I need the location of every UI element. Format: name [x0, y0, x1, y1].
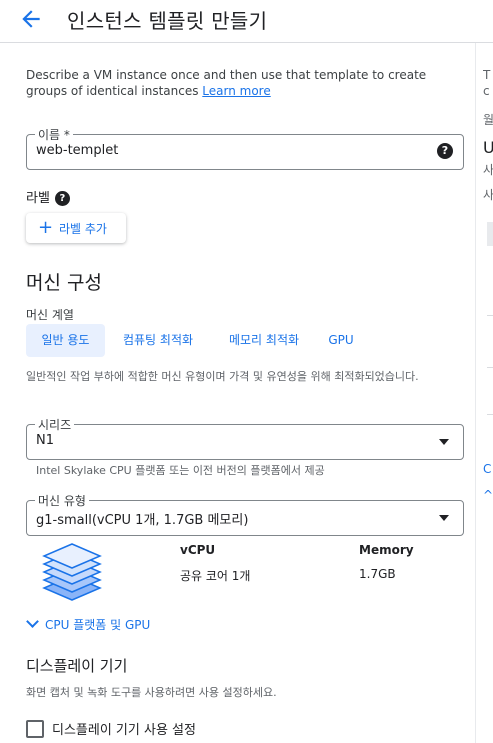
machine-family-description: 일반적인 작업 부하에 적합한 머신 유형이며 가격 및 유연성을 위해 최적화… — [26, 370, 419, 383]
help-icon[interactable]: ? — [437, 143, 453, 159]
cpu-platform-toggle-label: CPU 플랫폼 및 GPU — [45, 618, 151, 632]
right-panel-fragment — [487, 222, 493, 246]
labels-title-row: 라벨? — [26, 187, 70, 206]
cpu-platform-gpu-toggle[interactable]: CPU 플랫폼 및 GPU — [24, 615, 151, 633]
name-field[interactable]: 이름 * web-templet ? — [26, 126, 464, 170]
machine-family-label: 머신 계열 — [26, 308, 74, 322]
add-label-button-label: 라벨 추가 — [59, 222, 107, 236]
right-panel-fragment: c — [483, 84, 490, 98]
right-panel-fragment[interactable]: C — [483, 462, 493, 476]
back-arrow-icon[interactable] — [18, 6, 44, 32]
right-panel-fragment: 사 — [483, 188, 493, 202]
memory-value: 1.7GB — [359, 567, 396, 581]
dropdown-arrow-icon — [439, 439, 449, 445]
series-value: N1 — [36, 433, 54, 448]
help-icon[interactable]: ? — [54, 191, 70, 206]
page-title: 인스턴스 템플릿 만들기 — [67, 9, 268, 33]
right-panel-fragment — [487, 315, 493, 316]
series-select[interactable]: 시리즈 N1 — [26, 416, 464, 460]
tab-memory-optimized[interactable]: 메모리 최적화 — [216, 324, 312, 357]
machine-type-select[interactable]: 머신 유형 g1-small(vCPU 1개, 1.7GB 메모리) — [26, 492, 464, 536]
tab-general-purpose[interactable]: 일반 용도 — [26, 324, 105, 357]
tab-compute-optimized[interactable]: 컴퓨팅 최적화 — [109, 324, 207, 357]
display-device-checkbox-label[interactable]: 디스플레이 기기 사용 설정 — [52, 719, 196, 738]
page-header: 인스턴스 템플릿 만들기 — [0, 0, 493, 43]
template-description: Describe a VM instance once and then use… — [26, 67, 446, 99]
chevron-down-icon — [26, 615, 39, 628]
vcpu-value: 공유 코어 1개 — [180, 569, 251, 583]
right-panel-fragment: 사 — [483, 163, 493, 177]
display-device-checkbox[interactable] — [26, 720, 44, 738]
machine-stack-icon — [42, 543, 102, 601]
tab-gpu[interactable]: GPU — [320, 324, 362, 357]
right-panel-fragment — [487, 367, 493, 368]
right-panel-fragment: 월 — [483, 113, 493, 127]
right-panel-fragment: T — [483, 68, 491, 82]
series-label: 시리즈 — [35, 416, 75, 433]
panel-divider — [475, 43, 476, 743]
machine-config-title: 머신 구성 — [26, 272, 102, 294]
right-panel-fragment: U — [483, 138, 493, 157]
vcpu-header: vCPU — [180, 543, 216, 557]
display-device-title: 디스플레이 기기 — [26, 657, 128, 675]
learn-more-link[interactable]: Learn more — [202, 84, 270, 98]
name-field-label: 이름 * — [35, 126, 73, 143]
dropdown-arrow-icon — [439, 515, 449, 521]
right-panel-fragment[interactable]: ^ — [483, 488, 493, 502]
machine-type-label: 머신 유형 — [35, 492, 89, 509]
labels-title: 라벨 — [26, 191, 50, 206]
add-label-button[interactable]: + 라벨 추가 — [26, 213, 126, 243]
series-hint: Intel Skylake CPU 플랫폼 또는 이전 버전의 플랫폼에서 제공 — [36, 464, 325, 477]
machine-type-value: g1-small(vCPU 1개, 1.7GB 메모리) — [36, 513, 249, 528]
right-panel-fragment — [487, 414, 493, 415]
display-device-description: 화면 캡처 및 녹화 도구를 사용하려면 사용 설정하세요. — [26, 686, 277, 699]
plus-icon: + — [38, 217, 54, 238]
name-field-value[interactable]: web-templet — [36, 143, 118, 158]
memory-header: Memory — [359, 543, 414, 557]
